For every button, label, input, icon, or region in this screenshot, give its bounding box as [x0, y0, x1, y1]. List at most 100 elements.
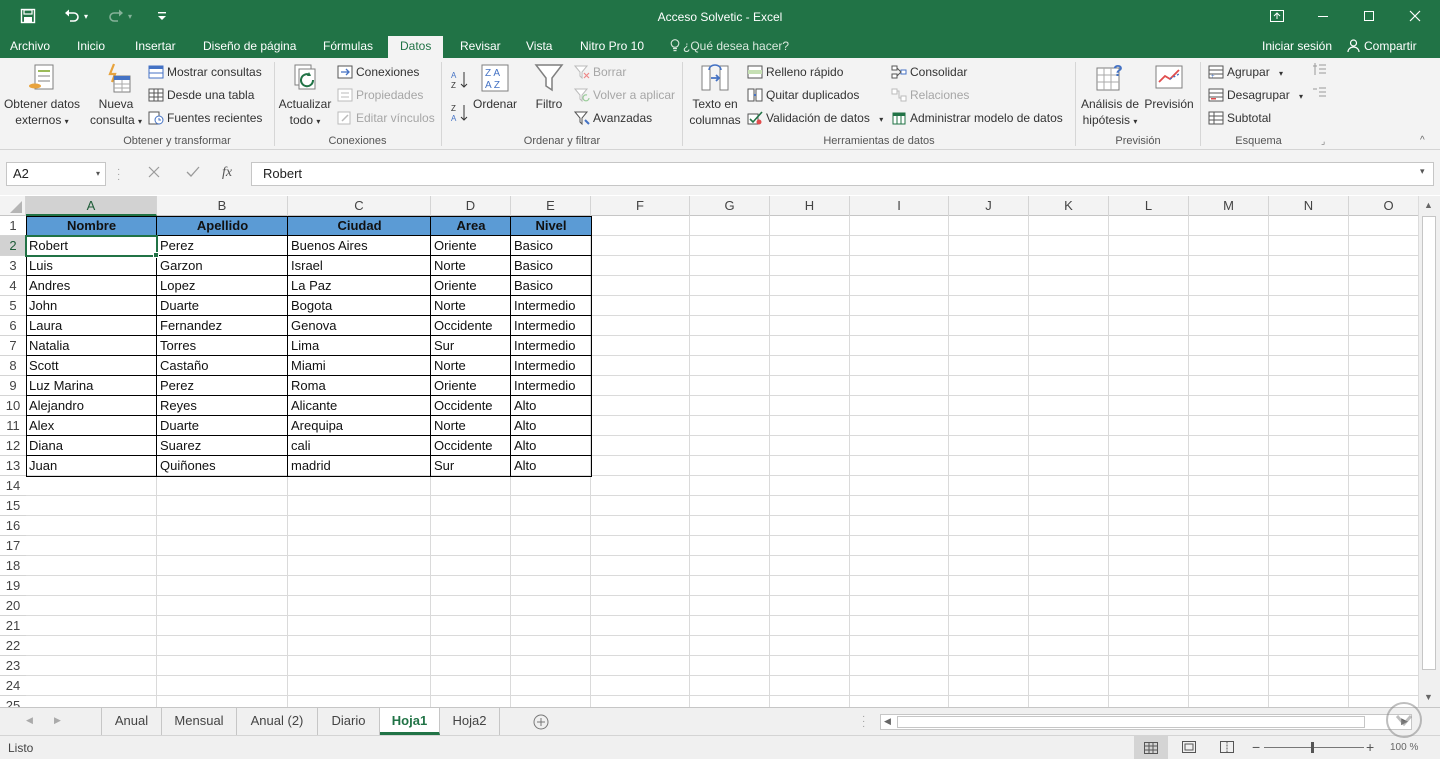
row-header-7[interactable]: 7 — [0, 336, 26, 356]
sheet-tab-hoja1[interactable]: Hoja1 — [380, 708, 440, 735]
analisis-hipotesis-button[interactable]: ? Análisis de hipótesis ▾ — [1078, 62, 1142, 130]
table-cell[interactable]: La Paz — [288, 276, 431, 296]
row-header-25[interactable]: 25 — [0, 696, 26, 707]
name-box[interactable]: A2 ▾ — [6, 162, 106, 186]
table-cell[interactable]: Alto — [511, 416, 591, 436]
next-sheet-icon[interactable]: ▶ — [54, 715, 61, 726]
filtro-button[interactable]: Filtro — [528, 62, 570, 112]
propiedades-button[interactable]: Propiedades — [337, 85, 423, 105]
table-cell[interactable]: Alicante — [288, 396, 431, 416]
table-cell[interactable]: Bogota — [288, 296, 431, 316]
fuentes-recientes-button[interactable]: Fuentes recientes — [148, 108, 262, 128]
table-cell[interactable]: Lima — [288, 336, 431, 356]
table-cell[interactable]: Luz Marina — [26, 376, 157, 396]
administrar-modelo-button[interactable]: Administrar modelo de datos — [891, 108, 1063, 128]
row-header-20[interactable]: 20 — [0, 596, 26, 616]
hide-detail-icon[interactable] — [1311, 85, 1327, 105]
table-cell[interactable]: Natalia — [26, 336, 157, 356]
table-cell[interactable]: Alejandro — [26, 396, 157, 416]
desde-tabla-button[interactable]: Desde una tabla — [148, 85, 254, 105]
scroll-down-icon[interactable]: ▼ — [1424, 692, 1433, 702]
table-cell[interactable]: Duarte — [157, 296, 288, 316]
table-cell[interactable]: Intermedio — [511, 376, 591, 396]
dialog-launcher-icon[interactable]: ⌟ — [1321, 135, 1325, 147]
table-cell[interactable]: Castaño — [157, 356, 288, 376]
table-cell[interactable]: John — [26, 296, 157, 316]
row-header-17[interactable]: 17 — [0, 536, 26, 556]
insert-function-icon[interactable]: fx — [222, 165, 232, 181]
formula-input[interactable]: Robert — [251, 162, 1434, 186]
volver-aplicar-button[interactable]: Volver a aplicar — [573, 85, 675, 105]
column-header-i[interactable]: I — [850, 196, 949, 216]
relleno-rapido-button[interactable]: Relleno rápido — [747, 62, 843, 82]
share-button[interactable]: Compartir — [1347, 36, 1417, 58]
splitter-icon[interactable]: · · · — [862, 712, 865, 732]
row-header-16[interactable]: 16 — [0, 516, 26, 536]
conexiones-button[interactable]: Conexiones — [337, 62, 419, 82]
tab-vista[interactable]: Vista — [522, 36, 556, 58]
scroll-left-icon[interactable]: ◀ — [884, 716, 891, 727]
table-cell[interactable]: Occidente — [431, 316, 511, 336]
table-cell[interactable]: Norte — [431, 256, 511, 276]
table-cell[interactable]: Diana — [26, 436, 157, 456]
avanzadas-button[interactable]: Avanzadas — [573, 108, 652, 128]
table-cell[interactable]: Luis — [26, 256, 157, 276]
tab-insertar[interactable]: Insertar — [131, 36, 180, 58]
row-header-21[interactable]: 21 — [0, 616, 26, 636]
column-header-g[interactable]: G — [690, 196, 770, 216]
table-cell[interactable]: Roma — [288, 376, 431, 396]
table-cell[interactable]: Norte — [431, 296, 511, 316]
add-sheet-icon[interactable] — [533, 714, 549, 733]
sheet-tab-hoja2[interactable]: Hoja2 — [440, 708, 500, 735]
zoom-level[interactable]: 100 % — [1390, 742, 1418, 753]
subtotal-button[interactable]: Subtotal — [1208, 108, 1271, 128]
obtener-datos-externos-button[interactable]: Obtener datos externos ▾ — [2, 62, 82, 130]
show-detail-icon[interactable] — [1311, 62, 1327, 82]
table-cell[interactable]: Suarez — [157, 436, 288, 456]
table-cell[interactable]: Intermedio — [511, 296, 591, 316]
row-header-14[interactable]: 14 — [0, 476, 26, 496]
select-all-corner[interactable] — [0, 196, 26, 216]
validacion-datos-button[interactable]: Validación de datos ▾ — [747, 108, 883, 128]
table-cell[interactable]: Oriente — [431, 376, 511, 396]
row-header-24[interactable]: 24 — [0, 676, 26, 696]
borrar-button[interactable]: Borrar — [573, 62, 626, 82]
tab-formulas[interactable]: Fórmulas — [319, 36, 377, 58]
table-cell[interactable]: Fernandez — [157, 316, 288, 336]
table-cell[interactable]: Occidente — [431, 396, 511, 416]
normal-view-icon[interactable] — [1134, 736, 1168, 759]
row-header-18[interactable]: 18 — [0, 556, 26, 576]
row-header-10[interactable]: 10 — [0, 396, 26, 416]
column-header-c[interactable]: C — [288, 196, 431, 216]
quitar-duplicados-button[interactable]: Quitar duplicados — [747, 85, 859, 105]
table-cell[interactable]: Basico — [511, 236, 591, 256]
mostrar-consultas-button[interactable]: Mostrar consultas — [148, 62, 262, 82]
row-header-23[interactable]: 23 — [0, 656, 26, 676]
minimize-icon[interactable] — [1300, 0, 1346, 32]
table-header-cell[interactable]: Nivel — [511, 216, 591, 236]
row-header-13[interactable]: 13 — [0, 456, 26, 476]
table-cell[interactable]: Quiñones — [157, 456, 288, 476]
column-header-o[interactable]: O — [1349, 196, 1418, 216]
desagrupar-button[interactable]: Desagrupar ▾ — [1208, 85, 1303, 105]
zoom-out-icon[interactable]: − — [1252, 739, 1260, 755]
row-header-22[interactable]: 22 — [0, 636, 26, 656]
table-cell[interactable]: Basico — [511, 276, 591, 296]
table-cell[interactable]: Garzon — [157, 256, 288, 276]
page-layout-icon[interactable] — [1182, 741, 1196, 756]
table-cell[interactable]: Arequipa — [288, 416, 431, 436]
prev-sheet-icon[interactable]: ◀ — [26, 715, 33, 726]
table-cell[interactable]: Scott — [26, 356, 157, 376]
table-header-cell[interactable]: Nombre — [26, 216, 157, 236]
scroll-up-icon[interactable]: ▲ — [1424, 200, 1433, 210]
relaciones-button[interactable]: Relaciones — [891, 85, 969, 105]
table-cell[interactable]: Oriente — [431, 276, 511, 296]
table-cell[interactable]: Laura — [26, 316, 157, 336]
tab-revisar[interactable]: Revisar — [456, 36, 505, 58]
row-header-5[interactable]: 5 — [0, 296, 26, 316]
table-cell[interactable]: Juan — [26, 456, 157, 476]
zoom-slider-thumb[interactable] — [1311, 742, 1314, 753]
table-cell[interactable]: Intermedio — [511, 356, 591, 376]
table-cell[interactable]: Norte — [431, 416, 511, 436]
column-header-k[interactable]: K — [1029, 196, 1109, 216]
